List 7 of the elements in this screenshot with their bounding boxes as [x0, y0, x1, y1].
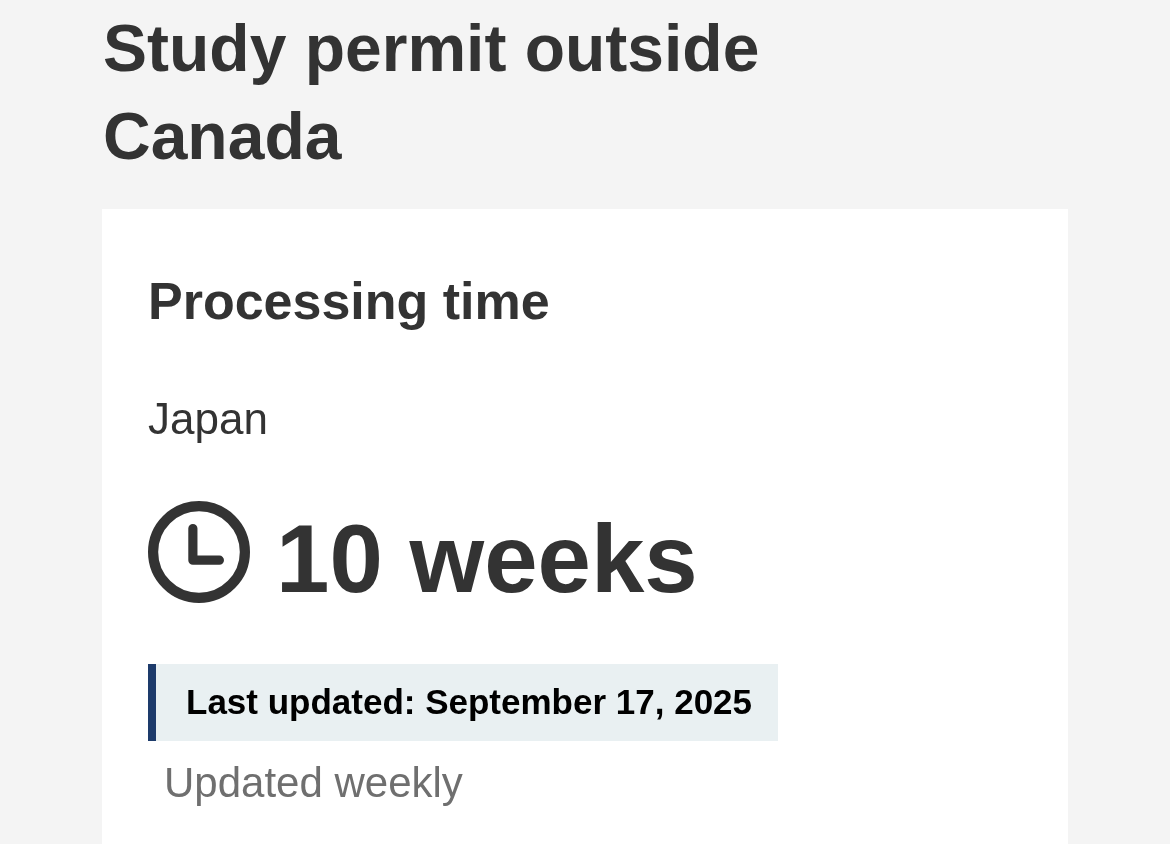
update-frequency: Updated weekly	[163, 758, 463, 809]
country-name: Japan	[148, 393, 268, 446]
clock-icon	[148, 501, 250, 604]
processing-time: 10 weeks	[276, 511, 698, 608]
page-title: Study permit outside Canada	[103, 10, 761, 175]
card-heading: Processing time	[148, 271, 550, 332]
last-updated-notice: Last updated: September 17, 2025	[148, 664, 779, 742]
